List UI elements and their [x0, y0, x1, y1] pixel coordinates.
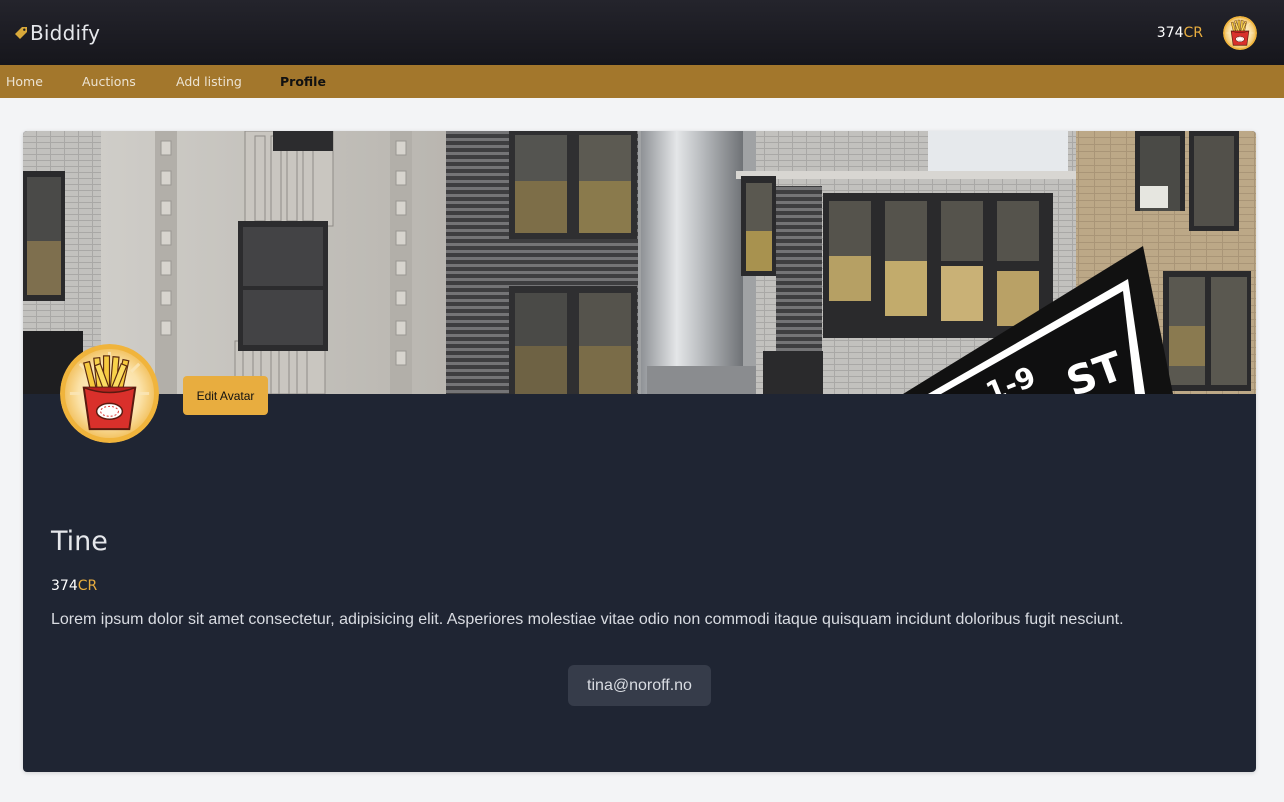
profile-avatar-icon — [60, 344, 159, 443]
header-credits-amount: 374 — [1156, 24, 1184, 41]
nav-auctions[interactable]: Auctions — [82, 74, 136, 89]
profile-card: ST 1-9 Edit Avatar Tine 374CR Lorem ipsu… — [23, 131, 1256, 772]
nav-home[interactable]: Home — [6, 74, 43, 89]
profile-email: tina@noroff.no — [568, 665, 711, 706]
brand-name: Biddify — [30, 20, 101, 45]
header-credits-unit: CR — [1183, 24, 1203, 41]
profile-credits-amount: 374 — [51, 578, 78, 594]
profile-bio: Lorem ipsum dolor sit amet consectetur, … — [51, 611, 1124, 628]
profile-credits: 374CR — [51, 578, 97, 594]
header-credits: 374CR — [1157, 25, 1203, 41]
header-user-area: 374CR — [1157, 16, 1257, 50]
user-avatar-icon[interactable] — [1223, 16, 1257, 50]
nav-add-listing[interactable]: Add listing — [176, 74, 242, 89]
edit-avatar-button[interactable]: Edit Avatar — [183, 376, 268, 415]
profile-credits-unit: CR — [77, 578, 98, 594]
top-header: Biddify 374CR — [0, 0, 1284, 65]
main-nav: Home Auctions Add listing Profile — [0, 65, 1284, 98]
profile-name: Tine — [51, 526, 108, 557]
nav-profile[interactable]: Profile — [280, 74, 326, 89]
profile-banner-image: ST 1-9 — [23, 131, 1256, 394]
brand-logo-link[interactable]: Biddify — [13, 21, 100, 45]
price-tag-icon — [15, 26, 27, 39]
